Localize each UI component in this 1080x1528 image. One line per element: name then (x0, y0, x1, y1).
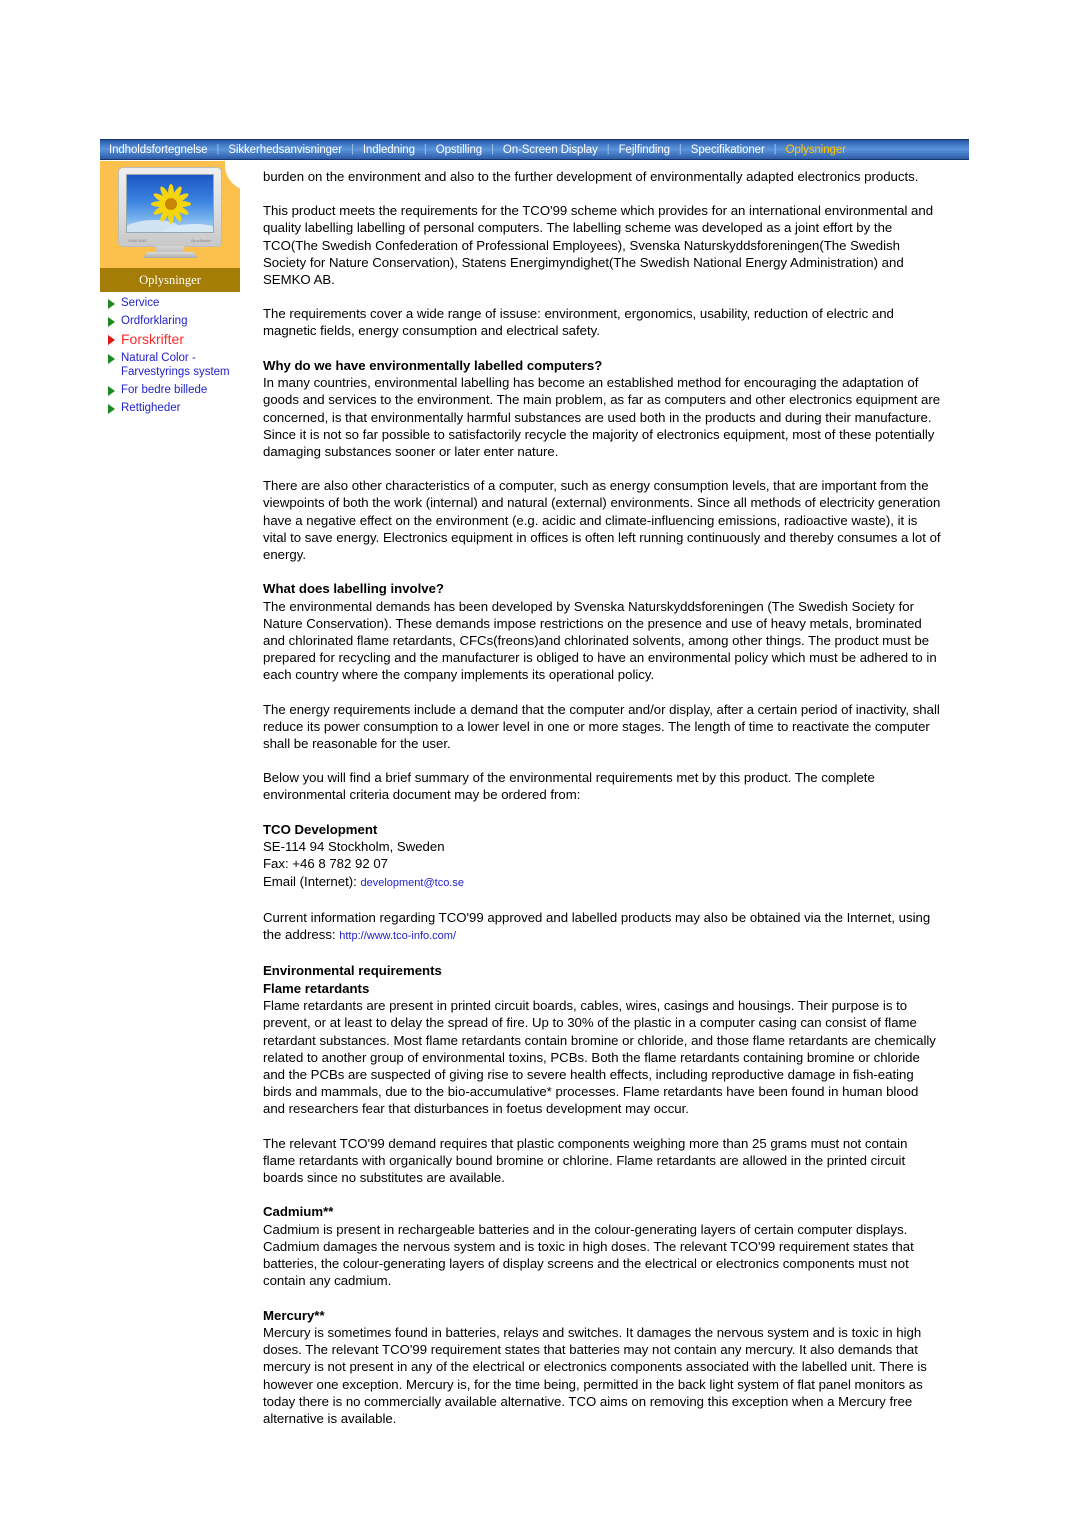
nav-tab-sikkerhedsanvisninger[interactable]: Sikkerhedsanvisninger (219, 144, 351, 156)
sunflower-icon (150, 183, 192, 225)
heading-mercury: Mercury** (263, 1307, 325, 1323)
address-city-line: SE-114 94 Stockholm, Sweden (263, 839, 445, 855)
paragraph-characteristics: There are also other characteristics of … (263, 478, 941, 562)
paragraph-tco99-scheme: This product meets the requirements for … (263, 203, 934, 288)
sidebar-item-label: Forskrifter (121, 331, 184, 347)
nav-tab-indholdsfortegnelse[interactable]: Indholdsfortegnelse (100, 144, 216, 156)
paragraph-mercury: Mercury is sometimes found in batteries,… (263, 1325, 927, 1427)
panel-corner-notch (225, 161, 240, 191)
sidebar-item-label: Ordforklaring (121, 315, 188, 327)
thumbnail-caption: Oplysninger (100, 268, 240, 292)
sidebar-item-label: Natural Color - Farvestyrings system (121, 352, 230, 378)
triangle-bullet-icon (108, 335, 115, 345)
main-content: burden on the environment and also to th… (263, 168, 943, 1427)
heading-what-does-labelling-involve: What does labelling involve? (263, 581, 444, 597)
triangle-bullet-icon (108, 299, 115, 309)
paragraph-why-labelled: In many countries, environmental labelli… (263, 375, 941, 459)
sidebar-item-rettigheder[interactable]: Rettigheder (100, 401, 240, 415)
triangle-bullet-icon (108, 317, 115, 327)
paragraph-labelling: The environmental demands has been devel… (263, 598, 937, 683)
address-fax-line: Fax: +46 8 782 92 07 (263, 856, 389, 872)
paragraph-flame-retardants: Flame retardants are present in printed … (263, 998, 936, 1117)
sidebar-item-label: Rettigheder (121, 402, 181, 414)
nav-tab-fejlfinding[interactable]: Fejlfinding (610, 144, 679, 156)
sidebar-item-ordforklaring[interactable]: Ordforklaring (100, 314, 240, 328)
sidebar: SAMSUNG SyncMaster Oplysninger Service O… (100, 161, 240, 419)
heading-flame-retardants: Flame retardants (263, 980, 370, 996)
heading-tco-development: TCO Development (263, 821, 378, 837)
paragraph-energy-requirements: The energy requirements include a demand… (263, 701, 940, 752)
triangle-bullet-icon (108, 404, 115, 414)
monitor-base (143, 252, 198, 258)
heading-cadmium: Cadmium** (263, 1204, 334, 1220)
monitor-brand-right: SyncMaster (191, 239, 212, 243)
sidebar-item-for-bedre-billede[interactable]: For bedre billede (100, 383, 240, 397)
sidebar-item-service[interactable]: Service (100, 296, 240, 310)
nav-tab-on-screen-display[interactable]: On-Screen Display (494, 144, 607, 156)
nav-tab-specifikationer[interactable]: Specifikationer (682, 144, 774, 156)
sidebar-thumbnail-panel: SAMSUNG SyncMaster Oplysninger (100, 161, 240, 292)
paragraph-requirements-scope: The requirements cover a wide range of i… (263, 306, 894, 339)
heading-why-labelled: Why do we have environmentally labelled … (263, 357, 603, 373)
heading-environmental-requirements: Environmental requirements (263, 963, 442, 979)
monitor-brand-row: SAMSUNG SyncMaster (128, 239, 212, 243)
monitor-screen (126, 174, 214, 233)
email-label: Email (Internet): (263, 873, 361, 889)
address-block: SE-114 94 Stockholm, Sweden Fax: +46 8 7… (263, 838, 943, 892)
paragraph-cadmium: Cadmium is present in rechargeable batte… (263, 1221, 914, 1289)
nav-tab-opstilling[interactable]: Opstilling (427, 144, 491, 156)
monitor-illustration: SAMSUNG SyncMaster (118, 167, 222, 258)
sidebar-item-natural-color[interactable]: Natural Color - Farvestyrings system (100, 351, 240, 379)
top-navigation-bar: Indholdsfortegnelse | Sikkerhedsanvisnin… (100, 139, 969, 160)
sunflower-core (165, 198, 177, 210)
email-link[interactable]: development@tco.se (360, 877, 464, 889)
sidebar-link-list: Service Ordforklaring Forskrifter Natura… (100, 296, 240, 415)
nav-tab-oplysninger[interactable]: Oplysninger (777, 144, 855, 156)
sidebar-item-label: Service (121, 297, 160, 309)
tco-info-url-link[interactable]: http://www.tco-info.com/ (339, 930, 456, 942)
monitor-brand-left: SAMSUNG (128, 239, 148, 243)
paragraph-intro: burden on the environment and also to th… (263, 169, 919, 184)
sidebar-item-forskrifter[interactable]: Forskrifter (100, 332, 240, 347)
monitor-bezel: SAMSUNG SyncMaster (118, 167, 222, 247)
address-email-line: Email (Internet): development@tco.se (263, 873, 943, 892)
paragraph-relevant-demand: The relevant TCO'99 demand requires that… (263, 1135, 908, 1186)
triangle-bullet-icon (108, 354, 115, 364)
sidebar-item-label: For bedre billede (121, 384, 208, 396)
nav-tab-indledning[interactable]: Indledning (354, 144, 424, 156)
paragraph-below-summary: Below you will find a brief summary of t… (263, 770, 875, 803)
paragraph-current-information: Current information regarding TCO'99 app… (263, 909, 943, 945)
triangle-bullet-icon (108, 386, 115, 396)
